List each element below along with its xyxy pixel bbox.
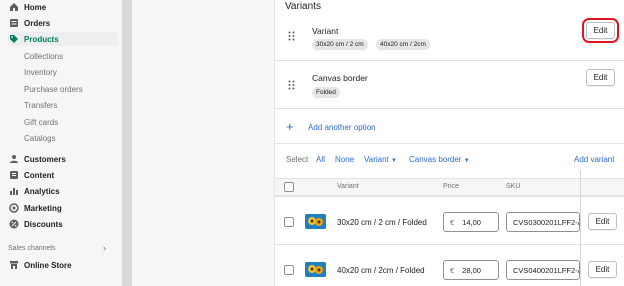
divider [275,244,624,245]
sidebar-item-label: Discounts [24,219,63,229]
divider [275,108,624,109]
option-name: Variant [312,26,339,36]
variant-name: 30x20 cm / 2 cm / Folded [337,218,427,227]
sidebar-subitem-transfers[interactable]: Transfers [24,101,58,110]
column-header-price: Price [443,183,459,190]
select-label: Select [286,155,309,164]
variant-filter-dropdown[interactable]: Variant ▼ [364,155,397,164]
target-icon [8,203,19,214]
plus-icon[interactable]: + [286,120,294,133]
sidebar-subitem-collections[interactable]: Collections [24,52,63,61]
select-none-link[interactable]: None [335,155,354,164]
drag-handle-icon[interactable] [288,80,295,90]
sku-input[interactable]: CVS0400201LFF2-A [506,260,580,280]
sidebar-item-label: Marketing [24,203,62,213]
divider [275,60,624,61]
sidebar-item-label: Analytics [24,186,60,196]
sku-value: CVS0300201LFF2-A [513,217,580,227]
orders-icon [8,18,19,29]
edit-variant-button[interactable]: Edit [588,213,617,230]
sidebar-item-online-store[interactable]: Online Store [8,258,118,272]
caret-down-icon: ▼ [391,158,397,164]
add-variant-link[interactable]: Add variant [574,155,614,164]
sidebar-scrollbar[interactable] [122,0,132,286]
sticky-column-divider [580,170,581,286]
sidebar-subitem-inventory[interactable]: Inventory [24,68,57,77]
store-icon [8,260,19,271]
sidebar-item-orders[interactable]: Orders [8,16,118,30]
price-value: 14,00 [462,217,481,227]
sidebar-item-label: Orders [24,18,51,28]
divider [275,196,624,197]
variants-card: Variants Variant 30x20 cm / 2 cm 40x20 c… [275,0,624,286]
person-icon [8,154,19,165]
sidebar-item-products[interactable]: Products [8,32,118,46]
bar-chart-icon [8,186,19,197]
edit-option-button[interactable]: Edit [582,18,619,43]
sidebar-item-analytics[interactable]: Analytics [8,184,118,198]
sidebar: Home Orders Products Collections Invento… [0,0,122,286]
sidebar-subitem-catalogs[interactable]: Catalogs [24,134,56,143]
discount-icon [8,219,19,230]
tag-icon [8,34,19,45]
card-title: Variants [285,1,321,12]
drag-handle-icon[interactable] [288,31,295,41]
option-value-badge: 30x20 cm / 2 cm [312,39,368,50]
sidebar-item-customers[interactable]: Customers [8,152,118,166]
sidebar-item-label: Online Store [24,260,72,270]
edit-variant-button[interactable]: Edit [588,261,617,278]
option-name: Canvas border [312,73,368,83]
price-input[interactable]: € 14,00 [443,212,499,232]
sidebar-item-discounts[interactable]: Discounts [8,217,118,231]
product-thumbnail [305,262,326,277]
price-value: 28,00 [462,265,481,275]
select-all-checkbox[interactable] [284,182,294,192]
column-header-sku: SKU [506,183,521,190]
page-background [132,0,274,286]
variant-filter-label: Variant [364,155,389,164]
sidebar-item-label: Home [24,2,47,12]
home-icon [8,2,19,13]
add-another-option-link[interactable]: Add another option [308,123,376,132]
chevron-right-icon[interactable]: › [103,243,106,253]
currency-symbol: € [450,217,455,227]
sidebar-item-label: Products [24,34,59,44]
product-thumbnail [305,214,326,229]
divider [275,143,624,144]
sidebar-item-content[interactable]: Content [8,168,118,182]
canvas-border-filter-label: Canvas border [409,155,462,164]
sidebar-item-marketing[interactable]: Marketing [8,201,118,215]
sku-input[interactable]: CVS0300201LFF2-A [506,212,580,232]
option-value-badge: 40x20 cm / 2cm [376,39,430,50]
variant-name: 40x20 cm / 2cm / Folded [337,266,425,275]
edit-option-button[interactable]: Edit [586,69,615,86]
column-header-variant: Variant [337,183,359,190]
sidebar-subitem-purchase-orders[interactable]: Purchase orders [24,85,83,94]
row-checkbox[interactable] [284,265,294,275]
caret-down-icon: ▼ [463,158,470,164]
price-input[interactable]: € 28,00 [443,260,499,280]
option-value-badge: Folded [312,87,340,98]
currency-symbol: € [450,265,455,275]
sidebar-item-label: Customers [24,154,66,164]
sales-channels-heading: Sales channels [8,245,56,252]
row-checkbox[interactable] [284,217,294,227]
sidebar-item-label: Content [24,170,55,180]
sidebar-item-home[interactable]: Home [8,0,118,14]
canvas-border-filter-dropdown[interactable]: Canvas border ▼ [409,155,470,164]
content-icon [8,170,19,181]
sku-value: CVS0400201LFF2-A [513,265,580,275]
sidebar-subitem-gift-cards[interactable]: Gift cards [24,118,58,127]
select-all-link[interactable]: All [316,155,325,164]
